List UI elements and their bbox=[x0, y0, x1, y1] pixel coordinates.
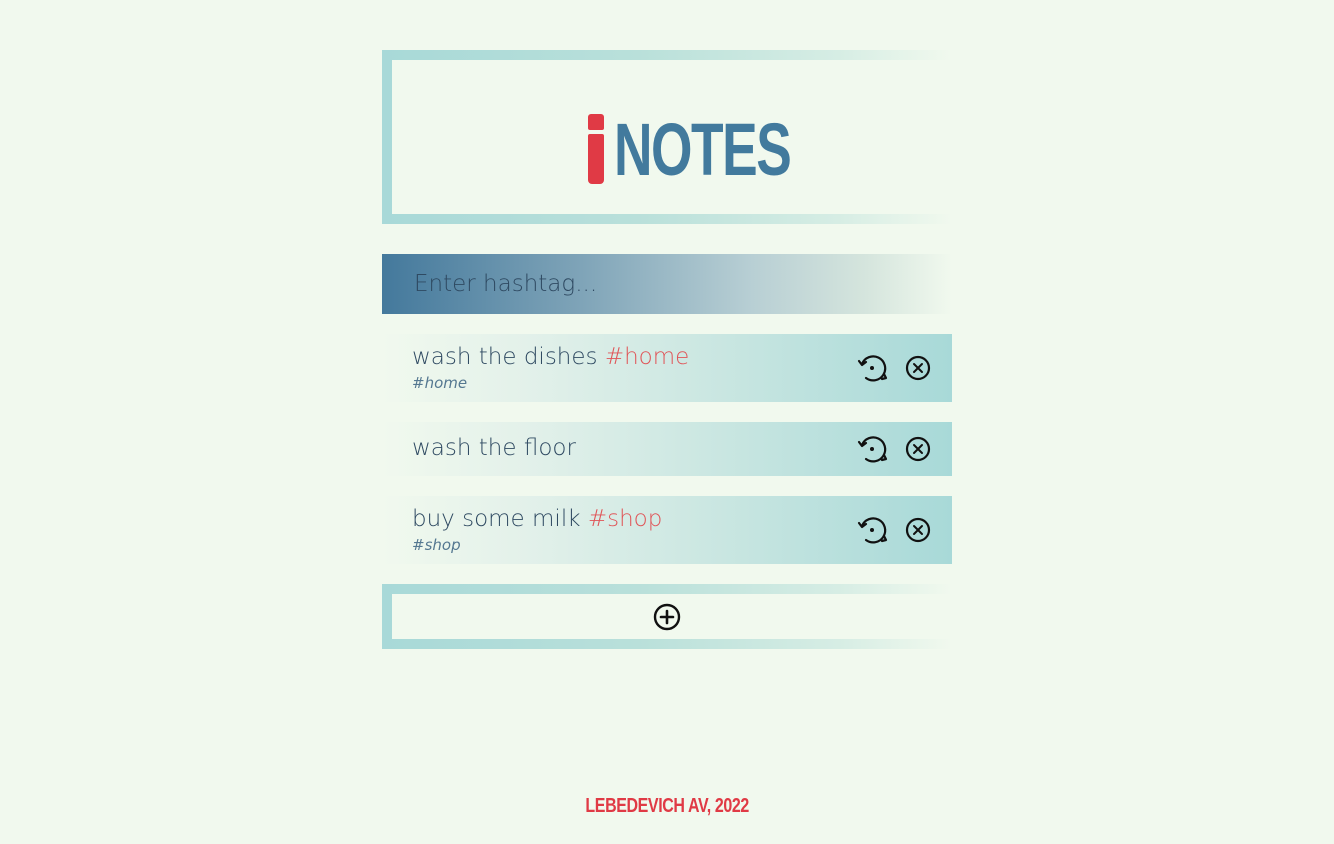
hashtag-search bbox=[382, 254, 952, 314]
header: NOTES bbox=[392, 60, 952, 214]
edit-note-button[interactable] bbox=[857, 514, 889, 546]
delete-note-button[interactable] bbox=[902, 433, 934, 465]
refresh-edit-icon bbox=[857, 517, 888, 544]
delete-note-button[interactable] bbox=[902, 352, 934, 384]
hashtag-search-input[interactable] bbox=[382, 254, 952, 314]
note-text: buy some milk #shop bbox=[412, 506, 663, 532]
close-circle-icon bbox=[905, 517, 931, 543]
note-text: wash the dishes #home bbox=[412, 344, 690, 370]
note-item: wash the floor bbox=[382, 422, 952, 476]
note-hashtag: #shop bbox=[412, 536, 461, 554]
note-tag: #home bbox=[604, 344, 690, 370]
footer-credit: LEBEDEVICH AV, 2022 bbox=[585, 795, 749, 817]
refresh-edit-icon bbox=[857, 355, 888, 382]
app-logo: NOTES bbox=[588, 108, 859, 191]
add-note-frame bbox=[382, 584, 952, 649]
edit-note-button[interactable] bbox=[857, 433, 889, 465]
delete-note-button[interactable] bbox=[902, 514, 934, 546]
note-item: wash the dishes #home #home bbox=[382, 334, 952, 402]
header-frame: NOTES bbox=[382, 50, 952, 224]
plus-circle-icon bbox=[653, 603, 681, 631]
note-tag: #shop bbox=[587, 506, 663, 532]
add-note-button[interactable] bbox=[652, 602, 682, 632]
logo-i-glyph bbox=[588, 114, 604, 184]
note-text: wash the floor bbox=[412, 435, 576, 461]
refresh-edit-icon bbox=[857, 436, 888, 463]
close-circle-icon bbox=[905, 355, 931, 381]
close-circle-icon bbox=[905, 436, 931, 462]
note-item: buy some milk #shop #shop bbox=[382, 496, 952, 564]
edit-note-button[interactable] bbox=[857, 352, 889, 384]
note-hashtag: #home bbox=[412, 374, 468, 392]
logo-text: NOTES bbox=[614, 108, 792, 191]
